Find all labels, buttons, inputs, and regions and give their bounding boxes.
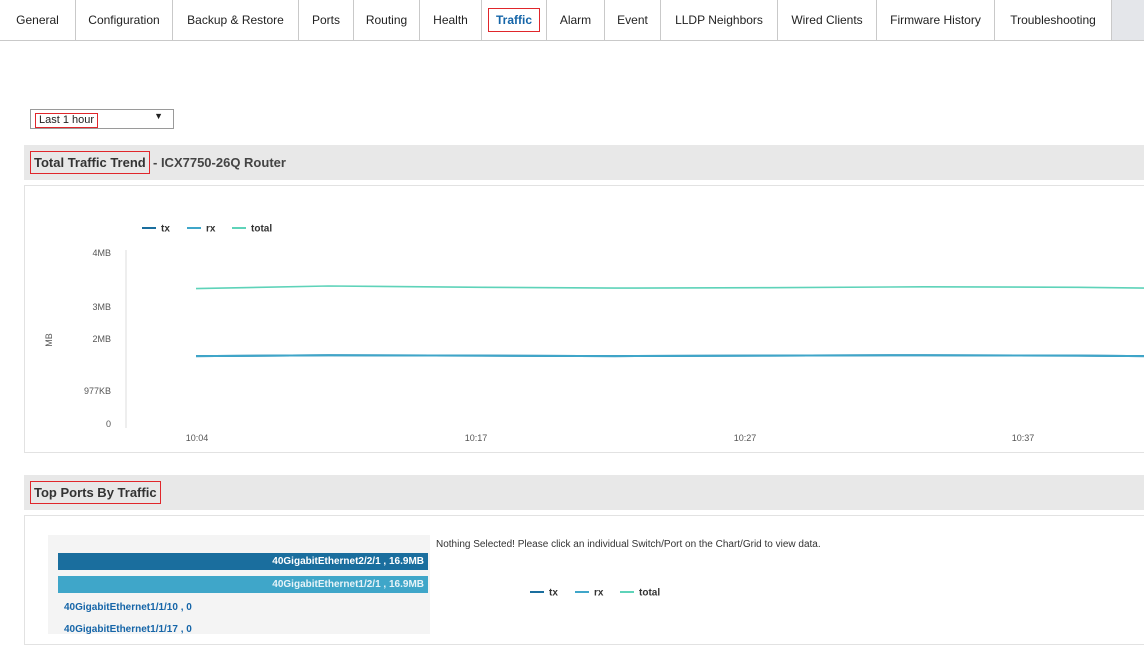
legend-label-rx[interactable]: rx xyxy=(594,588,604,599)
legend-label-tx[interactable]: tx xyxy=(549,588,558,599)
legend-label-rx[interactable]: rx xyxy=(206,224,216,235)
y-tick-label: 2MB xyxy=(92,334,111,344)
chart-legend: tx rx total xyxy=(142,224,272,235)
series-line-total[interactable] xyxy=(195,285,1144,290)
port-row[interactable]: 40GigabitEthernet1/1/10 , 0 xyxy=(58,599,428,616)
series-line-rx[interactable] xyxy=(195,354,1144,358)
port-row[interactable]: 40GigabitEthernet2/2/1 , 16.9MB xyxy=(58,553,428,570)
port-row[interactable]: 40GigabitEthernet1/2/1 , 16.9MB xyxy=(58,576,428,593)
x-tick-label: 10:17 xyxy=(465,433,488,443)
y-tick-label: 977KB xyxy=(84,386,111,396)
legend-label-total[interactable]: total xyxy=(251,224,272,235)
x-tick-label: 10:27 xyxy=(734,433,757,443)
ports-chart-legend: tx rx total xyxy=(530,588,660,599)
legend-label-total[interactable]: total xyxy=(639,588,660,599)
legend-label-tx[interactable]: tx xyxy=(161,224,170,235)
nothing-selected-message: Nothing Selected! Please click an indivi… xyxy=(436,539,821,550)
x-tick-label: 10:04 xyxy=(186,433,209,443)
y-tick-label: 3MB xyxy=(92,302,111,312)
top-ports-header: Top Ports By Traffic xyxy=(24,475,1144,510)
port-row[interactable]: 40GigabitEthernet1/1/17 , 0 xyxy=(58,621,428,638)
y-axis-label: MB xyxy=(44,333,54,347)
x-tick-label: 10:37 xyxy=(1012,433,1035,443)
top-ports-list: 40GigabitEthernet2/2/1 , 16.9MB 40Gigabi… xyxy=(48,535,430,635)
y-tick-label: 4MB xyxy=(92,248,111,258)
y-tick-label: 0 xyxy=(106,419,111,429)
top-ports-title: Top Ports By Traffic xyxy=(30,481,161,504)
